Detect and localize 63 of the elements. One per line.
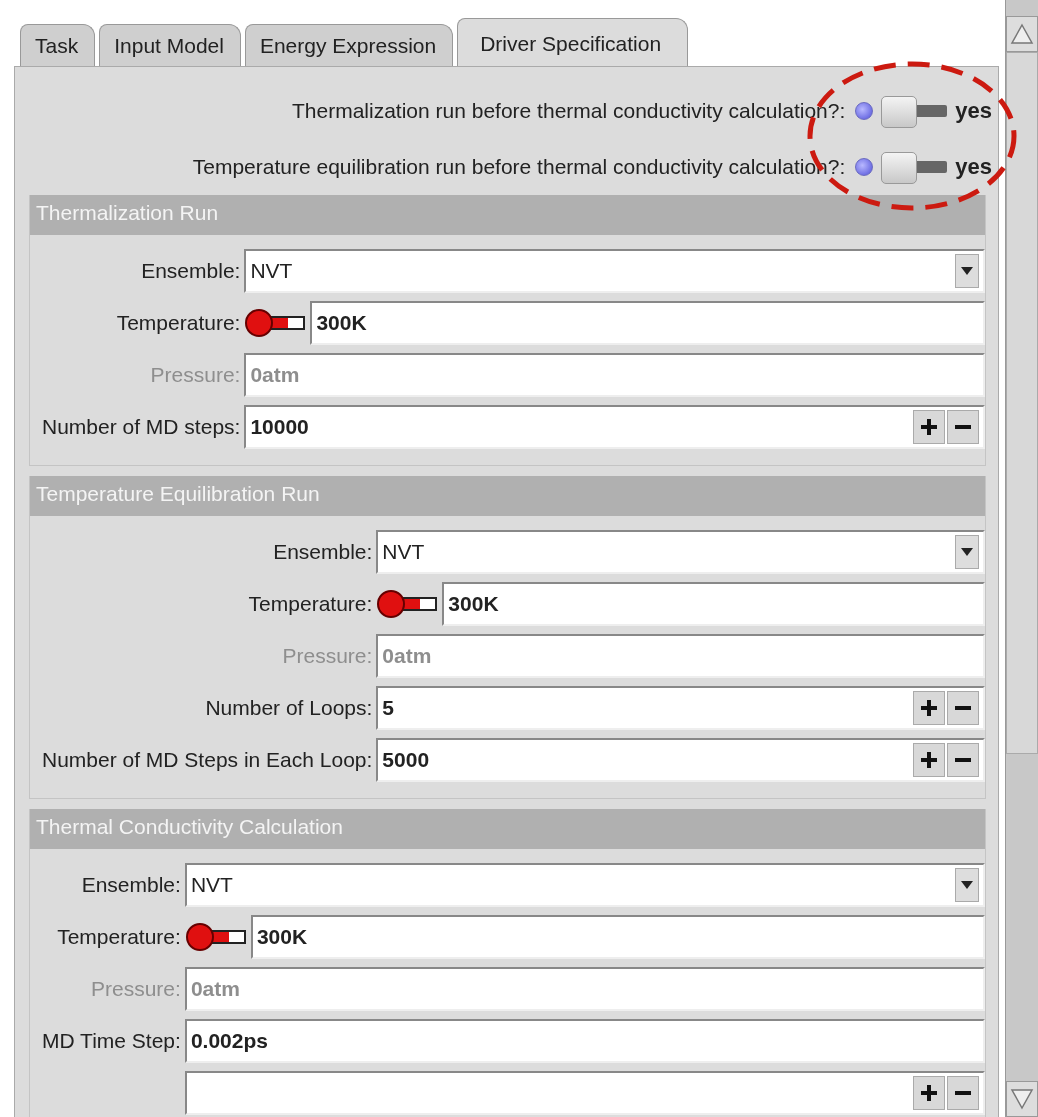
field-label: Temperature: <box>56 925 181 949</box>
field-label: Ensemble: <box>140 259 241 283</box>
scroll-down-icon <box>1010 1088 1034 1110</box>
thermometer-icon <box>184 922 247 952</box>
scroll-thumb[interactable] <box>1006 52 1038 754</box>
number-field[interactable] <box>184 1071 985 1115</box>
dropdown-arrow-icon <box>961 548 973 556</box>
toggle-state: yes <box>955 154 992 180</box>
dropdown-field[interactable]: NVT <box>244 249 985 293</box>
dropdown-field[interactable]: NVT <box>184 863 985 907</box>
minus-icon <box>955 758 971 762</box>
minus-icon <box>955 1091 971 1095</box>
thermometer-icon <box>244 308 307 338</box>
section-header: Temperature Equilibration Run <box>30 476 985 516</box>
field-label: MD Time Step: <box>41 1029 181 1053</box>
toggle-switch[interactable] <box>881 152 948 182</box>
field-label: Temperature: <box>247 592 373 616</box>
scrollbar[interactable] <box>1005 0 1038 1117</box>
decrement-button[interactable] <box>947 691 979 725</box>
section-header: Thermal Conductivity Calculation <box>30 809 985 849</box>
increment-button[interactable] <box>913 1076 945 1110</box>
field-label: Number of MD Steps in Each Loop: <box>41 748 373 772</box>
section-header: Thermalization Run <box>30 195 985 235</box>
field-label: Temperature: <box>115 311 241 335</box>
scroll-up-icon <box>1010 23 1034 45</box>
increment-button[interactable] <box>913 743 945 777</box>
toggle-label: Thermalization run before thermal conductivity calculation?: <box>292 99 846 123</box>
input-field[interactable]: 300K <box>310 301 985 345</box>
increment-button[interactable] <box>913 410 945 444</box>
decrement-button[interactable] <box>947 410 979 444</box>
decrement-button[interactable] <box>947 1076 979 1110</box>
plus-icon <box>921 700 937 716</box>
field-label: Pressure: <box>149 363 241 387</box>
toggle-switch[interactable] <box>881 96 948 126</box>
toggle-state: yes <box>955 98 992 124</box>
thermometer-icon <box>376 589 439 619</box>
tab[interactable]: Task <box>20 24 96 66</box>
dropdown-field[interactable]: NVT <box>376 530 985 574</box>
field-label: Ensemble: <box>272 540 373 564</box>
number-field[interactable]: 5 <box>376 686 985 730</box>
plus-icon <box>921 419 937 435</box>
tab[interactable]: Energy Expression <box>244 24 454 66</box>
input-field[interactable]: 0.002ps <box>184 1019 985 1063</box>
number-field[interactable]: 5000 <box>376 738 985 782</box>
dropdown-arrow-icon <box>961 267 973 275</box>
minus-icon <box>955 425 971 429</box>
field-label: Number of Loops: <box>204 696 373 720</box>
toggle-label: Temperature equilibration run before thermal conductivity calculation?: <box>192 155 846 179</box>
input-field[interactable]: 300K <box>442 582 985 626</box>
field-label: Pressure: <box>281 644 373 668</box>
field-label: Number of MD steps: <box>41 415 241 439</box>
plus-icon <box>921 1085 937 1101</box>
increment-button[interactable] <box>913 691 945 725</box>
dropdown-arrow-icon <box>961 881 973 889</box>
field-label: Pressure: <box>90 977 181 1001</box>
plus-icon <box>921 752 937 768</box>
field-label: Ensemble: <box>80 873 181 897</box>
number-field[interactable]: 10000 <box>244 405 985 449</box>
decrement-button[interactable] <box>947 743 979 777</box>
input-field[interactable]: 300K <box>250 915 985 959</box>
tab[interactable]: Input Model <box>99 24 241 66</box>
minus-icon <box>955 706 971 710</box>
tab[interactable]: Driver Specification <box>457 18 689 66</box>
